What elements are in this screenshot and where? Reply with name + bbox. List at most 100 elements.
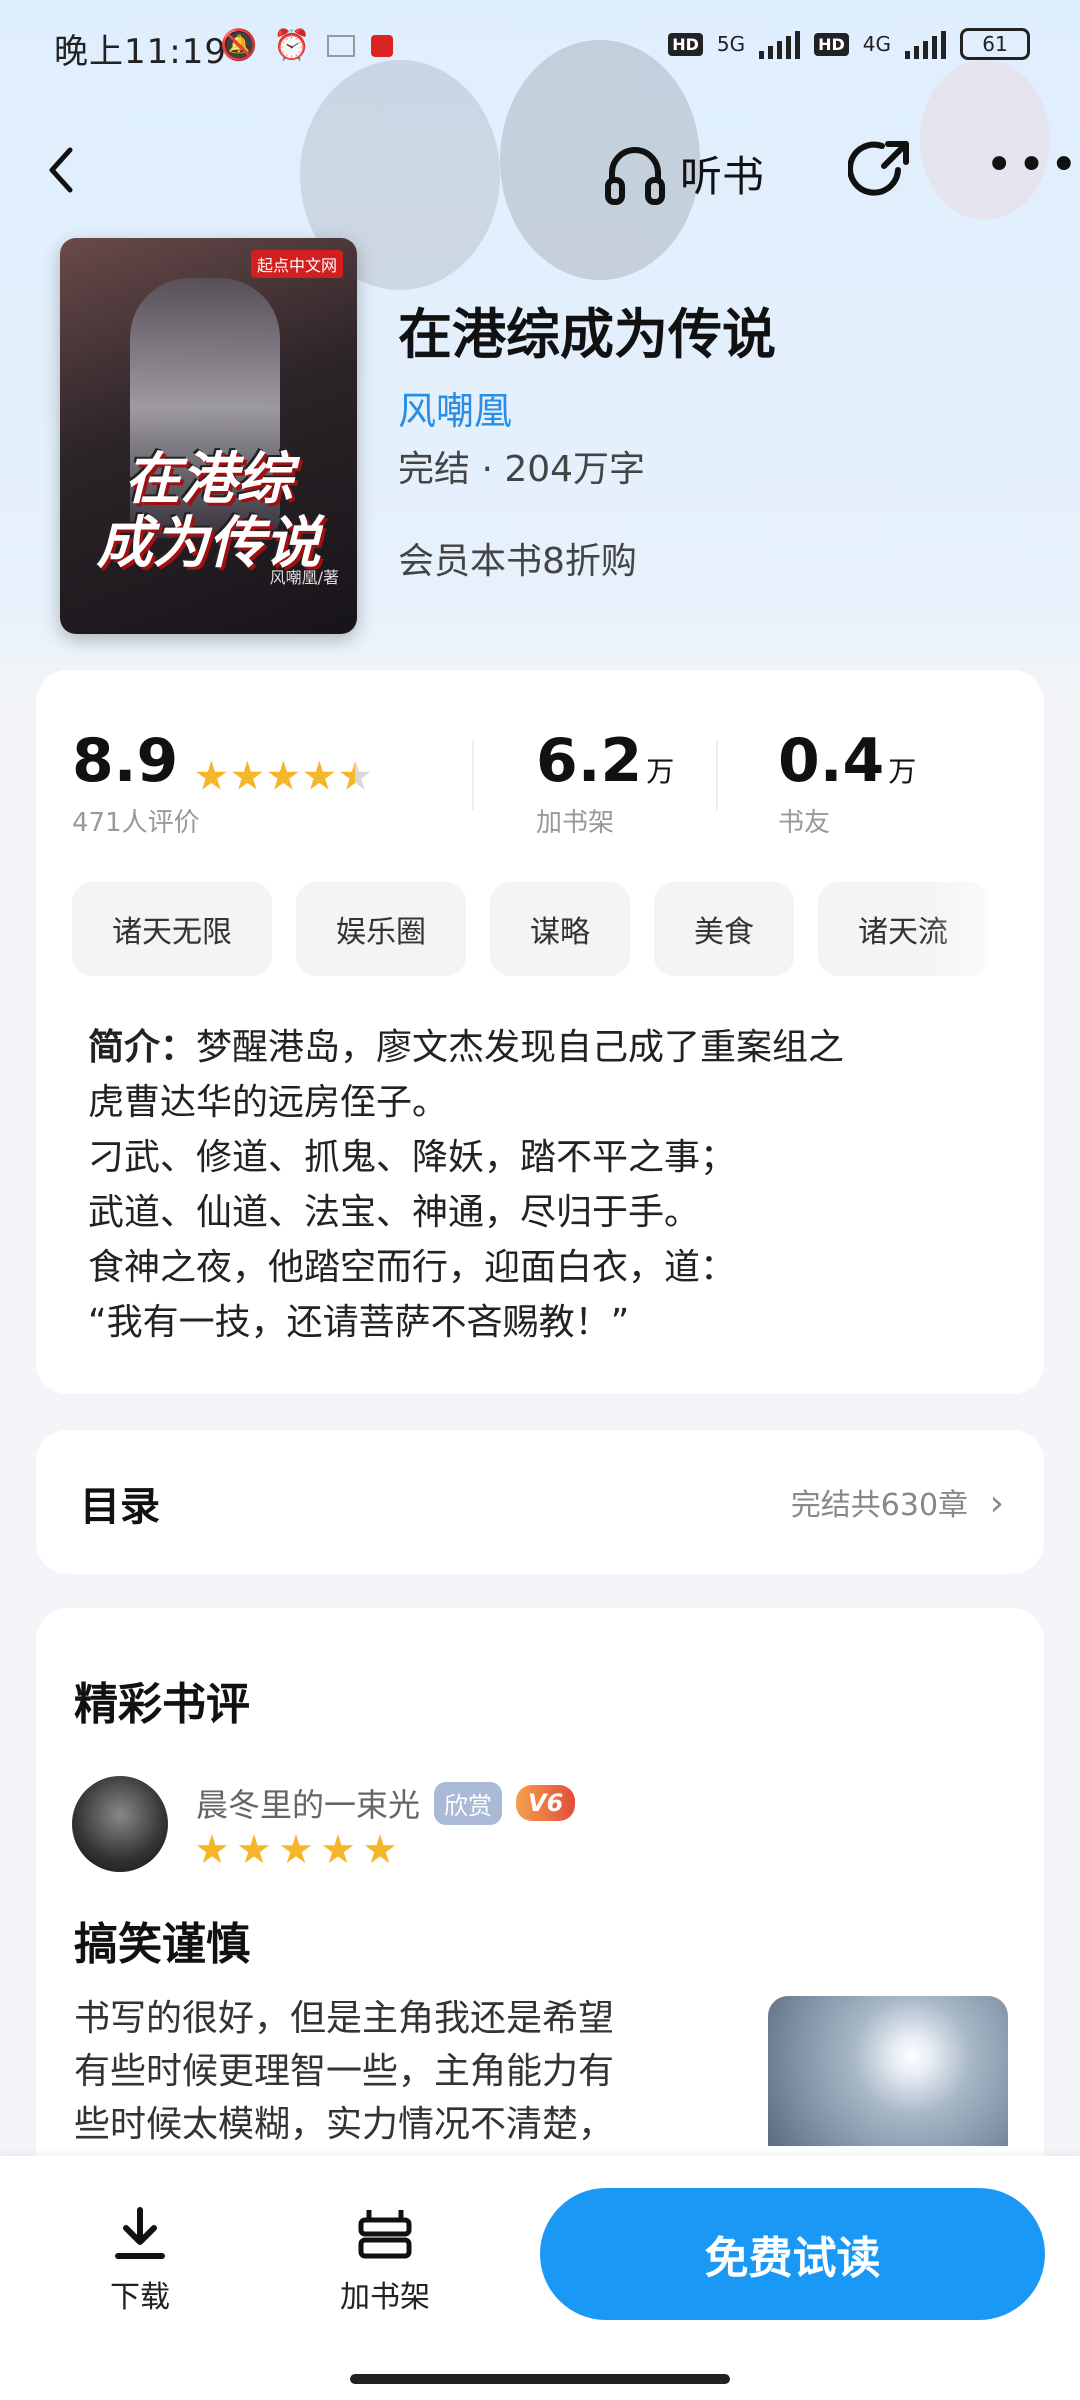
review-title[interactable]: 搞笑谨慎 xyxy=(74,1908,250,1972)
review-line: 有些时候更理智一些，主角能力有 xyxy=(74,2051,615,2092)
bottom-action-bar: 下载 加书架 免费试读 xyxy=(0,2156,1080,2400)
back-button[interactable] xyxy=(40,140,90,200)
half-star-icon xyxy=(340,760,371,790)
table-of-contents-row[interactable]: 目录 完结共630章 › xyxy=(36,1430,1044,1574)
alarm-icon: ⏰ xyxy=(273,28,311,63)
headphones-icon xyxy=(605,147,665,205)
star-icon xyxy=(322,1834,354,1864)
network-type-1: 5G xyxy=(716,32,746,56)
avatar[interactable] xyxy=(72,1776,168,1872)
intro-line: “我有一技，还请菩萨不吝赐教！” xyxy=(88,1302,630,1343)
stats-row: 8.9 471人评价 6.2 万 加书架 0.4 万 书友 xyxy=(72,726,1012,839)
book-intro[interactable]: 简介：梦醒港岛，廖文杰发现自己成了重案组之 虎曹达华的远房侄子。 刁武、修道、抓… xyxy=(88,1020,1008,1350)
toc-title: 目录 xyxy=(80,1484,160,1530)
hd-icon-2: HD xyxy=(814,32,849,56)
stat-divider xyxy=(472,740,474,810)
friends-stat[interactable]: 0.4 万 书友 xyxy=(778,726,916,839)
rating-count: 471人评价 xyxy=(72,808,200,838)
reviews-section: 精彩书评 晨冬里的一束光 欣赏 V6 搞笑谨慎 书写的很好，但是主角我还是希望 … xyxy=(36,1608,1044,2208)
chevron-right-icon: › xyxy=(989,1483,1004,1524)
book-author-link[interactable]: 风嘲凰 xyxy=(398,380,512,435)
battery-icon: 61 xyxy=(960,28,1030,60)
member-offer[interactable]: 会员本书8折购 xyxy=(398,532,637,584)
star-icon xyxy=(268,760,299,790)
shelf-stat: 6.2 万 加书架 xyxy=(536,726,674,839)
book-status: 完结 · 204万字 xyxy=(398,449,646,490)
star-icon xyxy=(280,1834,312,1864)
network-type-2: 4G xyxy=(862,32,891,56)
cover-title: 在港综 成为传说 xyxy=(68,448,349,576)
status-bar: 晚上11:19 🔕 ⏰ HD 5G HD 4G 61 xyxy=(0,0,1080,100)
share-button[interactable] xyxy=(847,136,916,204)
review-line: 书写的很好，但是主角我还是希望 xyxy=(74,1998,615,2039)
download-button[interactable]: 下载 xyxy=(110,2204,170,2316)
top-navigation: 听书 ••• xyxy=(0,120,1080,220)
message-icon xyxy=(326,34,355,57)
tag-chip[interactable]: 美食 xyxy=(654,882,794,976)
signal-icon-2 xyxy=(905,29,946,59)
shelf-value: 6.2 xyxy=(536,726,643,796)
chevron-left-icon xyxy=(49,147,73,193)
add-to-shelf-label: 加书架 xyxy=(340,2280,430,2315)
battery-level: 61 xyxy=(982,32,1008,56)
free-read-button[interactable]: 免费试读 xyxy=(540,2188,1045,2320)
rating-value: 8.9 xyxy=(72,726,179,796)
star-icon xyxy=(238,1834,270,1864)
download-label: 下载 xyxy=(110,2280,170,2315)
add-to-shelf-button[interactable]: 加书架 xyxy=(340,2204,430,2316)
book-detail-card: 8.9 471人评价 6.2 万 加书架 0.4 万 书友 诸天无限 娱乐圈 谋略 … xyxy=(36,670,1044,1394)
rating-stat[interactable]: 8.9 471人评价 xyxy=(72,726,371,839)
book-cover[interactable]: 起点中文网 在港综 成为传说 风嘲凰/著 xyxy=(60,238,357,634)
intro-line: 刁武、修道、抓鬼、降妖，踏不平之事； xyxy=(88,1137,737,1178)
intro-line: 武道、仙道、法宝、神通，尽归于手。 xyxy=(88,1192,701,1233)
star-icon xyxy=(196,1834,228,1864)
toc-info: 完结共630章 › xyxy=(791,1480,1004,1524)
listen-button[interactable]: 听书 xyxy=(600,138,764,208)
cover-publisher-badge: 起点中文网 xyxy=(250,250,343,278)
vip-level-badge: V6 xyxy=(516,1785,576,1821)
reviewer-name[interactable]: 晨冬里的一束光 xyxy=(196,1780,420,1826)
signal-icon xyxy=(759,29,801,59)
more-options-button[interactable]: ••• xyxy=(985,141,1080,189)
intro-label: 简介： xyxy=(88,1027,197,1068)
hd-icon: HD xyxy=(668,32,703,56)
bookshelf-icon xyxy=(355,2204,415,2264)
friends-value: 0.4 xyxy=(778,726,885,796)
status-time: 晚上11:19 xyxy=(54,32,227,72)
shelf-unit: 万 xyxy=(646,755,675,788)
reviewer-badge: 欣赏 xyxy=(434,1781,503,1825)
share-icon xyxy=(847,141,909,196)
intro-line: 食神之夜，他踏空而行，迎面白衣，道： xyxy=(88,1247,737,1288)
intro-line: 梦醒港岛，廖文杰发现自己成了重案组之 xyxy=(196,1027,845,1068)
review-body[interactable]: 书写的很好，但是主角我还是希望 有些时候更理智一些，主角能力有 些时候太模糊，实… xyxy=(74,1992,714,2151)
review-image[interactable] xyxy=(768,1996,1008,2146)
tag-chip[interactable]: 谋略 xyxy=(490,882,630,976)
home-indicator[interactable] xyxy=(350,2374,730,2384)
star-icon xyxy=(196,760,227,790)
rating-stars xyxy=(195,760,371,793)
status-system-icons: HD 5G HD 4G 61 xyxy=(668,28,1030,60)
cover-title-line1: 在港综 xyxy=(124,447,293,512)
stat-divider xyxy=(716,740,718,810)
mute-icon: 🔕 xyxy=(220,28,258,63)
friends-label: 书友 xyxy=(778,808,831,838)
reviews-title: 精彩书评 xyxy=(74,1679,250,1730)
friends-unit: 万 xyxy=(888,755,917,788)
star-icon xyxy=(304,760,335,790)
toc-chapter-count: 完结共630章 xyxy=(790,1488,969,1523)
star-icon xyxy=(364,1834,396,1864)
cover-author: 风嘲凰/著 xyxy=(269,568,339,587)
tag-list-fade xyxy=(924,882,1044,976)
tag-chip[interactable]: 娱乐圈 xyxy=(296,882,466,976)
listen-label: 听书 xyxy=(680,151,765,201)
more-icon: ••• xyxy=(985,137,1080,193)
app-notification-icon xyxy=(370,34,393,57)
review-line: 些时候太模糊，实力情况不清楚， xyxy=(74,2104,615,2145)
tag-list: 诸天无限 娱乐圈 谋略 美食 诸天流 xyxy=(72,882,988,976)
reviewer-info: 晨冬里的一束光 欣赏 V6 xyxy=(196,1780,576,1826)
intro-line: 虎曹达华的远房侄子。 xyxy=(88,1082,449,1123)
tag-chip[interactable]: 诸天无限 xyxy=(72,882,272,976)
review-stars xyxy=(196,1834,396,1866)
download-icon xyxy=(110,2204,170,2264)
shelf-label: 加书架 xyxy=(536,808,615,838)
